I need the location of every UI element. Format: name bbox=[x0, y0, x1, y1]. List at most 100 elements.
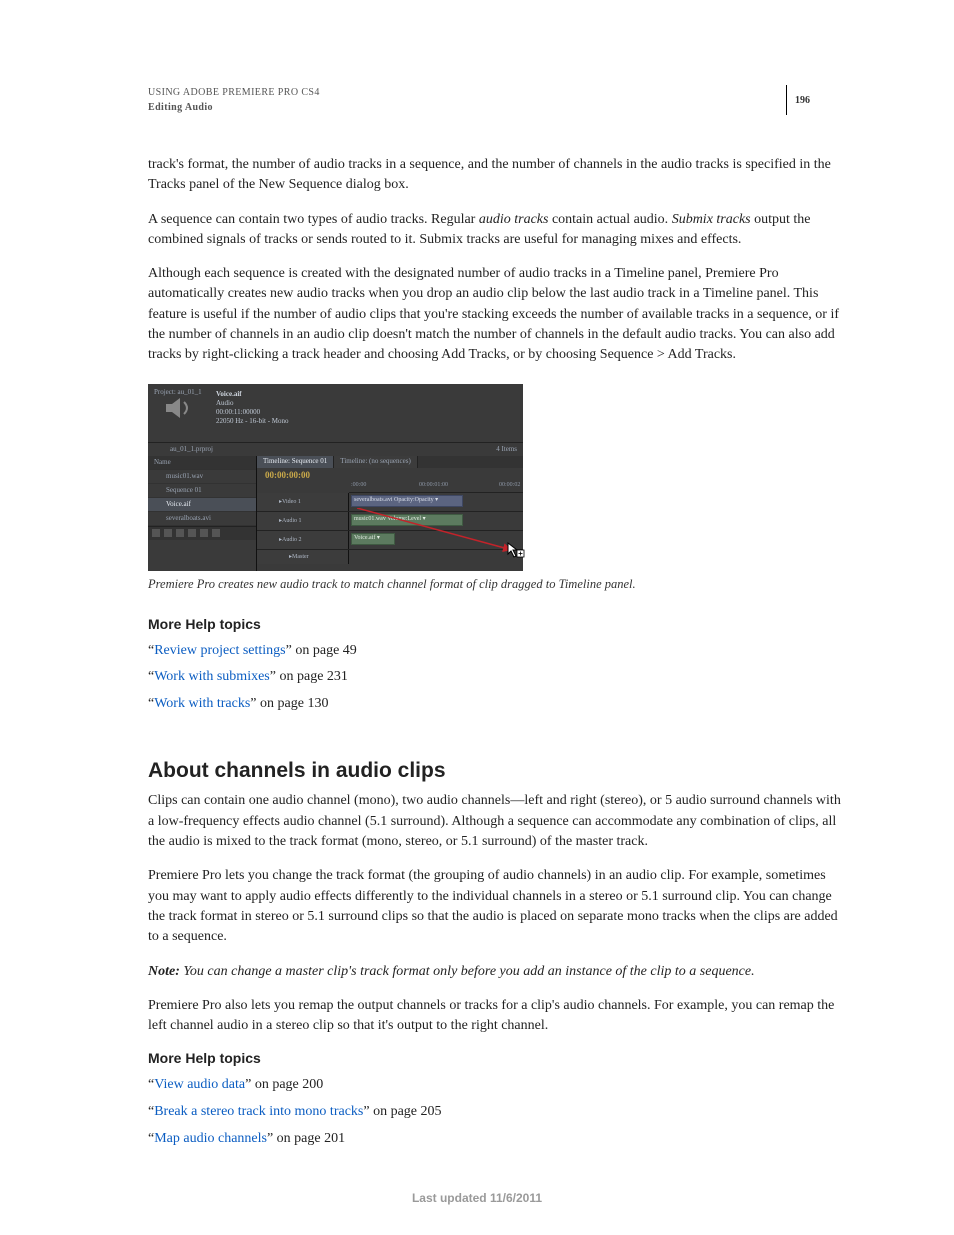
tiny-icon bbox=[152, 529, 160, 537]
col-header-name: Name bbox=[148, 456, 256, 470]
track-body: severalboats.avi Opacity:Opacity ▾ bbox=[349, 493, 523, 511]
clip-kind: Audio bbox=[216, 399, 289, 408]
help-tail: ” on page 49 bbox=[286, 643, 357, 658]
tiny-icon bbox=[200, 529, 208, 537]
section2-body: Clips can contain one audio channel (mon… bbox=[148, 791, 846, 1036]
track-head-audio1: ▸ Audio 1 bbox=[257, 512, 349, 530]
tiny-icon bbox=[176, 529, 184, 537]
help-link[interactable]: Work with tracks bbox=[154, 696, 250, 711]
clip-audio-info: 22050 Hz - 16-bit - Mono bbox=[216, 417, 289, 426]
cursor-copy-icon bbox=[507, 542, 525, 560]
timecode: 00:00:00:00 bbox=[257, 468, 349, 480]
help-tail: ” on page 201 bbox=[267, 1131, 345, 1146]
tiny-icon bbox=[164, 529, 172, 537]
project-list: Name music01.wav Sequence 01 Voice.aif s… bbox=[148, 456, 257, 571]
sec2-note: Note: You can change a master clip's tra… bbox=[148, 962, 846, 982]
sec2-p1: Clips can contain one audio channel (mon… bbox=[148, 791, 846, 852]
help-tail: ” on page 205 bbox=[363, 1104, 441, 1119]
note-body: You can change a master clip's track for… bbox=[180, 964, 755, 979]
help-link-line: “Work with tracks” on page 130 bbox=[148, 691, 846, 718]
help-link-line: “Break a stereo track into mono tracks” … bbox=[148, 1099, 846, 1126]
more-help-heading-1: More Help topics bbox=[148, 616, 846, 632]
timeline-tabs: Timeline: Sequence 01 Timeline: (no sequ… bbox=[257, 456, 523, 468]
para-2: A sequence can contain two types of audi… bbox=[148, 210, 846, 251]
help-tail: ” on page 130 bbox=[250, 696, 328, 711]
track-head-master: ▸ Master bbox=[257, 550, 349, 564]
page: USING ADOBE PREMIERE PRO CS4 Editing Aud… bbox=[0, 0, 954, 1235]
clip-name: Voice.aif bbox=[216, 390, 289, 399]
bin-label: au_01_1.prproj bbox=[148, 445, 278, 453]
track-audio2: ▸ Audio 2 Voice.aif ▾ bbox=[257, 531, 523, 550]
project-bin-row: au_01_1.prproj 4 Items bbox=[148, 442, 523, 456]
screenshot: Project: au_01_1 Voice.aif Audio 00:00:1… bbox=[148, 384, 523, 571]
term-submix-tracks: Submix tracks bbox=[672, 212, 751, 227]
track-video1: ▸ Video 1 severalboats.avi Opacity:Opaci… bbox=[257, 493, 523, 512]
help-link[interactable]: Review project settings bbox=[154, 643, 285, 658]
project-footer-icons bbox=[148, 526, 256, 540]
project-title: Project: au_01_1 bbox=[154, 388, 517, 396]
help-link[interactable]: Work with submixes bbox=[154, 669, 270, 684]
track-audio1: ▸ Audio 1 music01.wav Volume:Level ▾ bbox=[257, 512, 523, 531]
clip-audio1: music01.wav Volume:Level ▾ bbox=[351, 514, 463, 526]
items-count: 4 Items bbox=[278, 445, 523, 453]
header-left: USING ADOBE PREMIERE PRO CS4 Editing Aud… bbox=[148, 85, 786, 115]
header-right: 196 bbox=[786, 85, 846, 115]
list-item: music01.wav bbox=[148, 470, 256, 484]
list-item: severalboats.avi bbox=[148, 512, 256, 526]
ruler: :00:00 00:00:01:00 00:00:02 bbox=[349, 482, 523, 493]
help-link[interactable]: Map audio channels bbox=[154, 1131, 267, 1146]
speaker-icon bbox=[164, 396, 194, 420]
tick: :00:00 bbox=[351, 482, 366, 488]
section-heading-channels: About channels in audio clips bbox=[148, 759, 846, 783]
para-2a: A sequence can contain two types of audi… bbox=[148, 212, 479, 227]
sec2-p2: Premiere Pro lets you change the track f… bbox=[148, 866, 846, 947]
book-title: USING ADOBE PREMIERE PRO CS4 bbox=[148, 85, 786, 100]
body-text: track's format, the number of audio trac… bbox=[148, 155, 846, 366]
help-link-line: “Map audio channels” on page 201 bbox=[148, 1126, 846, 1153]
para-1: track's format, the number of audio trac… bbox=[148, 155, 846, 196]
timeline-tab: Timeline: (no sequences) bbox=[334, 456, 418, 468]
page-header: USING ADOBE PREMIERE PRO CS4 Editing Aud… bbox=[148, 85, 846, 115]
list-item: Sequence 01 bbox=[148, 484, 256, 498]
para-3: Although each sequence is created with t… bbox=[148, 264, 846, 365]
panels-area: Name music01.wav Sequence 01 Voice.aif s… bbox=[148, 456, 523, 571]
note-lead: Note: bbox=[148, 964, 180, 979]
page-number: 196 bbox=[795, 95, 810, 106]
tick: 00:00:02 bbox=[499, 482, 520, 488]
header-divider bbox=[786, 85, 787, 115]
more-help-heading-2: More Help topics bbox=[148, 1050, 846, 1066]
help-tail: ” on page 200 bbox=[245, 1077, 323, 1092]
track-head-video1: ▸ Video 1 bbox=[257, 493, 349, 511]
track-label: Master bbox=[292, 554, 309, 560]
clip-audio2: Voice.aif ▾ bbox=[351, 533, 395, 545]
clip-duration: 00:00:11:00000 bbox=[216, 408, 289, 417]
help-link-line: “Review project settings” on page 49 bbox=[148, 638, 846, 665]
timeline-tab-active: Timeline: Sequence 01 bbox=[257, 456, 334, 468]
sec2-p3: Premiere Pro also lets you remap the out… bbox=[148, 996, 846, 1037]
clip-video: severalboats.avi Opacity:Opacity ▾ bbox=[351, 495, 463, 507]
help-link-line: “Work with submixes” on page 231 bbox=[148, 664, 846, 691]
clip-info: Voice.aif Audio 00:00:11:00000 22050 Hz … bbox=[216, 390, 289, 426]
track-head-audio2: ▸ Audio 2 bbox=[257, 531, 349, 549]
list-item-selected: Voice.aif bbox=[148, 498, 256, 512]
track-body: music01.wav Volume:Level ▾ bbox=[349, 512, 523, 530]
help-tail: ” on page 231 bbox=[270, 669, 348, 684]
track-label: Audio 1 bbox=[282, 518, 302, 524]
screenshot-caption: Premiere Pro creates new audio track to … bbox=[148, 577, 846, 592]
chapter-title: Editing Audio bbox=[148, 100, 786, 115]
timeline-panel: Timeline: Sequence 01 Timeline: (no sequ… bbox=[257, 456, 523, 571]
footer-last-updated: Last updated 11/6/2011 bbox=[0, 1191, 954, 1205]
track-master: ▸ Master bbox=[257, 550, 523, 564]
tiny-icon bbox=[188, 529, 196, 537]
para-2c: contain actual audio. bbox=[548, 212, 671, 227]
help-link[interactable]: View audio data bbox=[154, 1077, 245, 1092]
term-audio-tracks: audio tracks bbox=[479, 212, 549, 227]
help-link[interactable]: Break a stereo track into mono tracks bbox=[154, 1104, 363, 1119]
tiny-icon bbox=[212, 529, 220, 537]
project-panel-header: Project: au_01_1 Voice.aif Audio 00:00:1… bbox=[148, 384, 523, 442]
tick: 00:00:01:00 bbox=[419, 482, 448, 488]
track-body: Voice.aif ▾ bbox=[349, 531, 523, 549]
track-label: Audio 2 bbox=[282, 537, 302, 543]
help-link-line: “View audio data” on page 200 bbox=[148, 1072, 846, 1099]
track-label: Video 1 bbox=[282, 499, 301, 505]
